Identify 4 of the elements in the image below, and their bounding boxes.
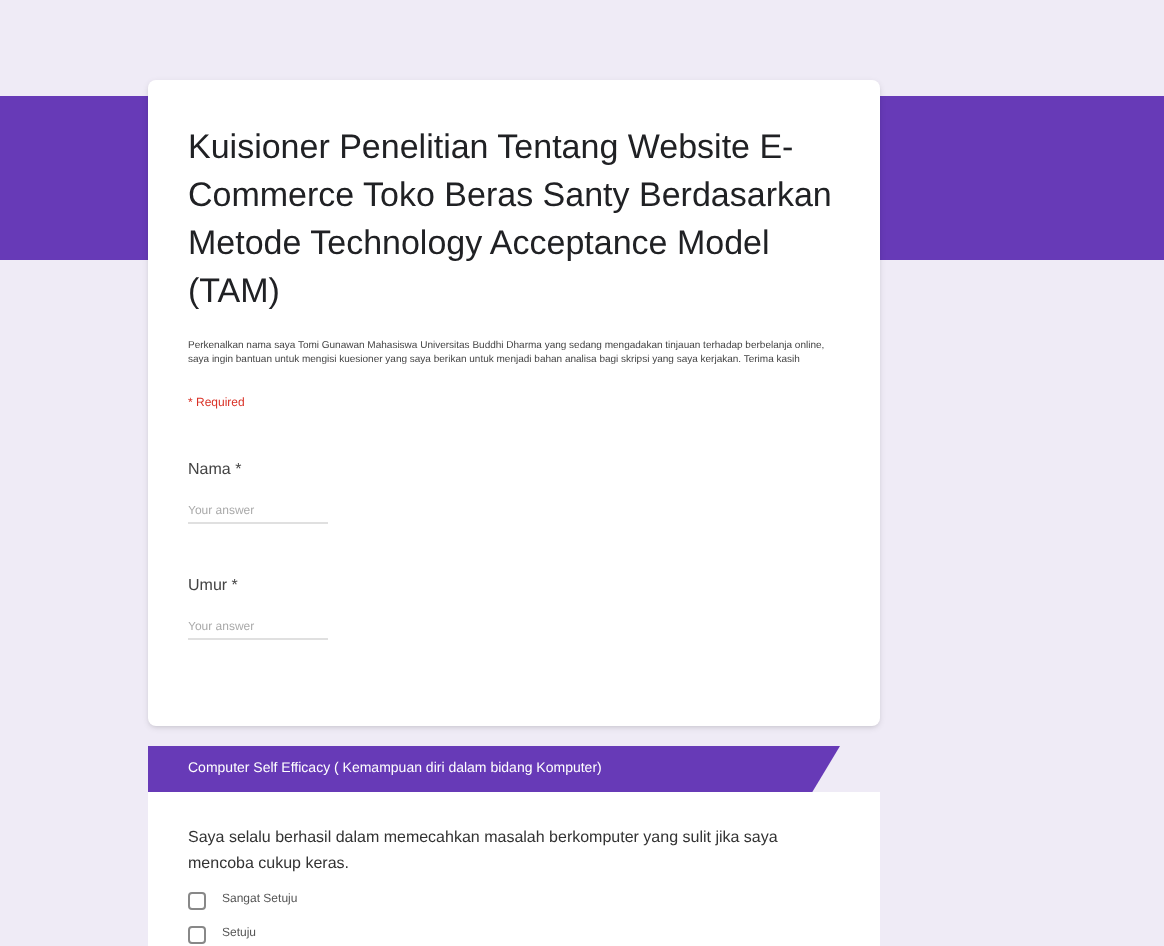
question-label: Nama * — [188, 458, 244, 482]
question-text: Saya selalu berhasil dalam memecahkan masalah berkomputer yang sulit jika saya mencoba cukup keras. — [188, 826, 780, 876]
form-title: Kuisioner Penelitian Tentang Website E-Commerce Toko Beras Santy Berdasarkan Metode Technology Acceptance Model (TAM) — [188, 126, 834, 314]
question-label: Umur * — [188, 574, 240, 598]
